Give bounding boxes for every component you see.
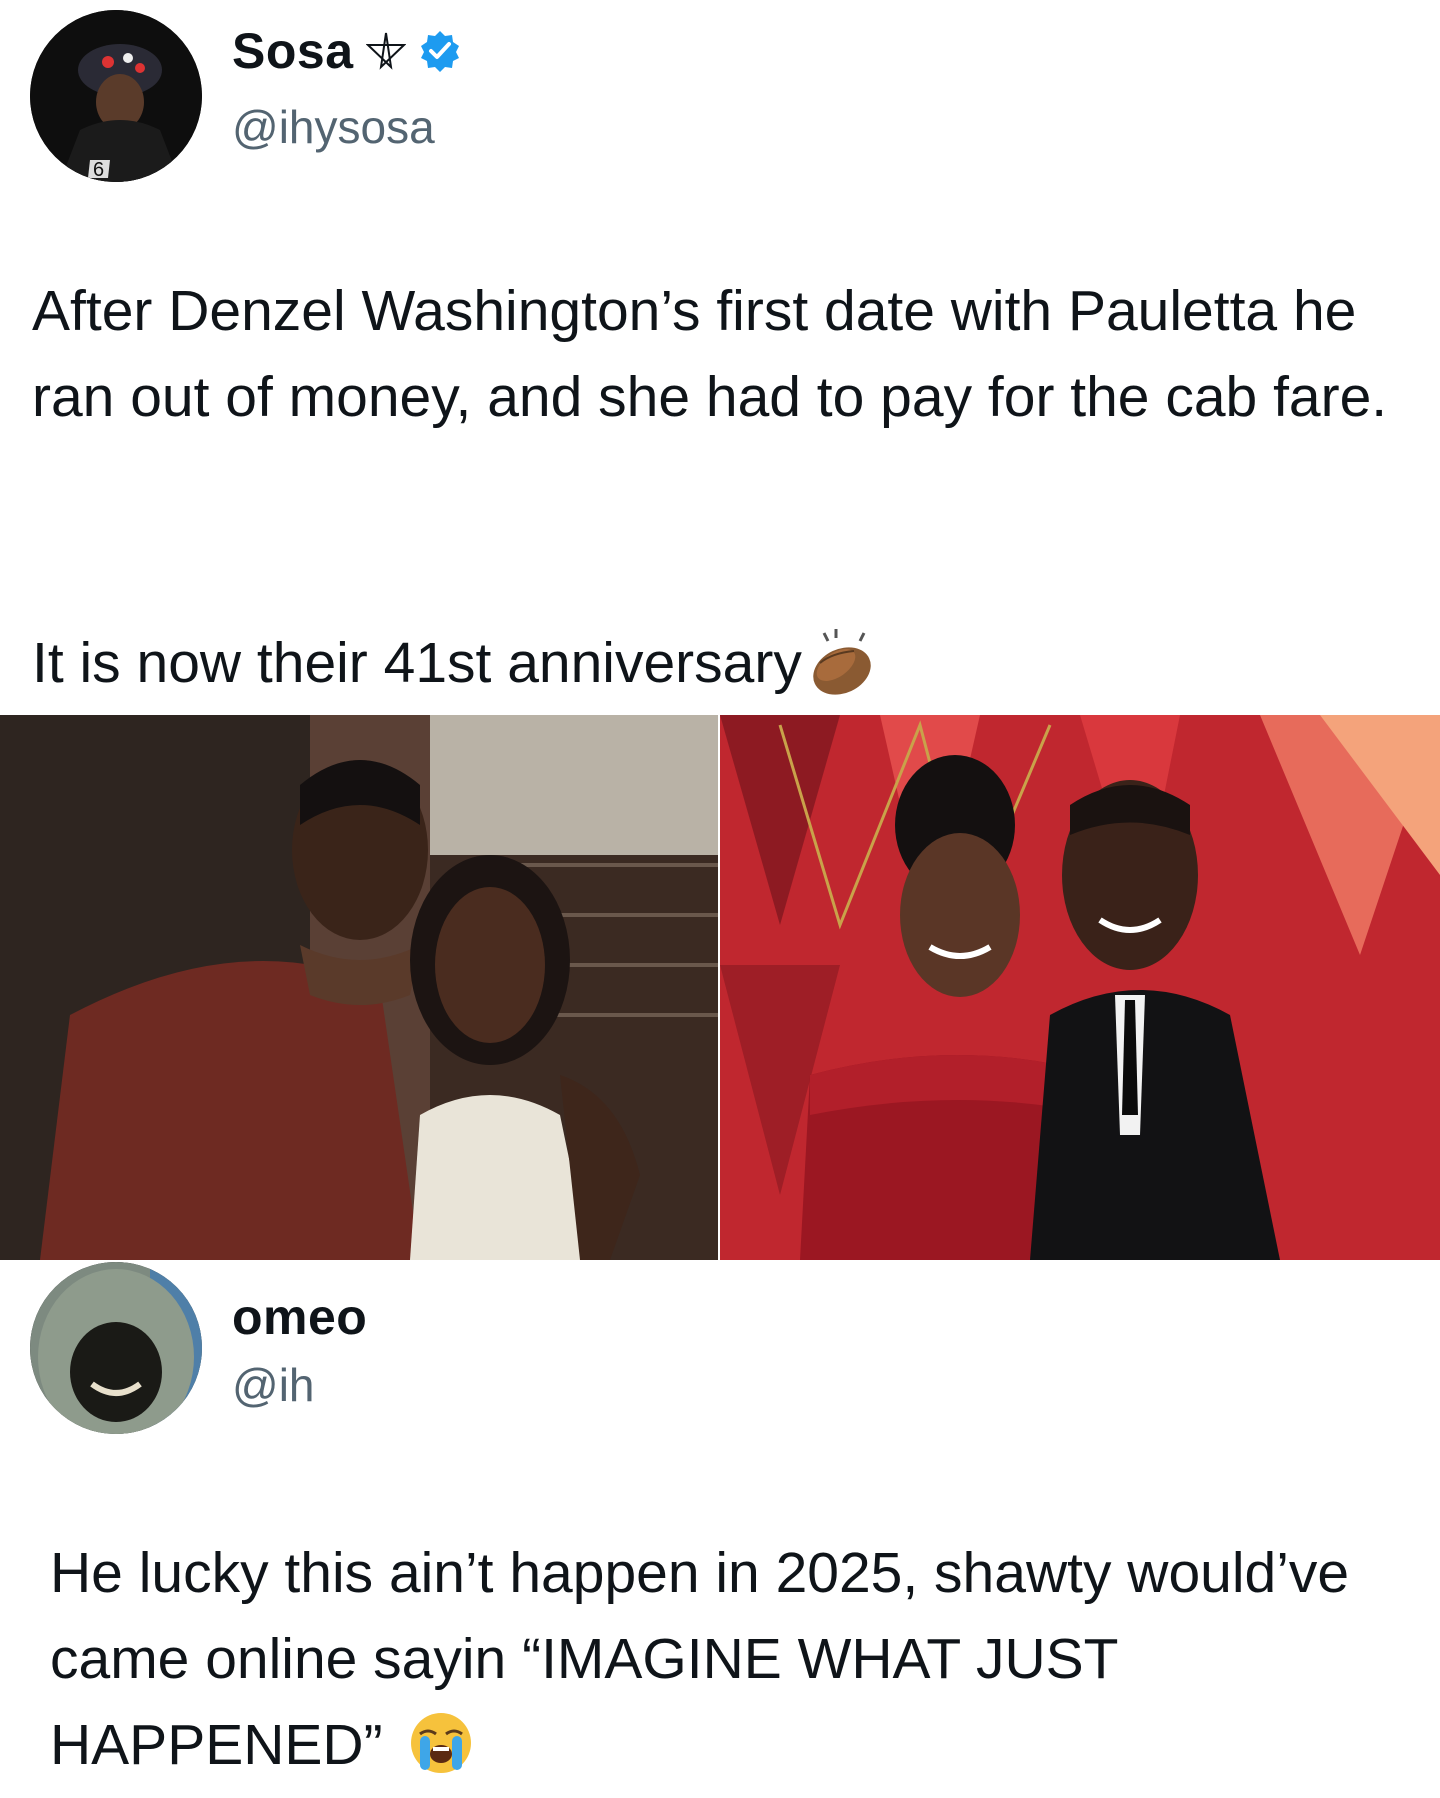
loudly-crying-face-icon — [408, 1710, 474, 1776]
reply-text-body: He lucky this ain’t happen in 2025, shaw… — [50, 1541, 1350, 1777]
avatar[interactable]: 6 — [30, 10, 202, 182]
avatar-image: 6 — [30, 10, 202, 182]
photo-couple-then[interactable] — [0, 715, 718, 1260]
pentagram-icon — [365, 31, 406, 71]
tweet-text-line2: It is now their 41st anniversary — [32, 620, 1412, 706]
display-name[interactable]: Sosa — [232, 22, 462, 80]
avatar-image — [30, 1262, 202, 1434]
verified-badge-icon — [418, 29, 462, 73]
photo-couple-then-image — [0, 715, 718, 1260]
display-name[interactable]: omeo — [232, 1288, 367, 1346]
tweet-text: After Denzel Washington’s first date wit… — [32, 279, 1388, 429]
display-name-text: Sosa — [232, 23, 354, 79]
clapping-hands-icon — [802, 627, 880, 699]
handle[interactable]: @ih — [232, 1358, 315, 1412]
handle[interactable]: @ihysosa — [232, 100, 435, 154]
tweet-text-anniversary: It is now their 41st anniversary — [32, 631, 802, 695]
reply-text: He lucky this ain’t happen in 2025, shaw… — [50, 1530, 1420, 1788]
photo-couple-red-carpet-image — [720, 715, 1440, 1260]
svg-text:6: 6 — [93, 159, 104, 181]
avatar[interactable] — [30, 1262, 202, 1434]
photo-couple-red-carpet[interactable] — [720, 715, 1440, 1260]
